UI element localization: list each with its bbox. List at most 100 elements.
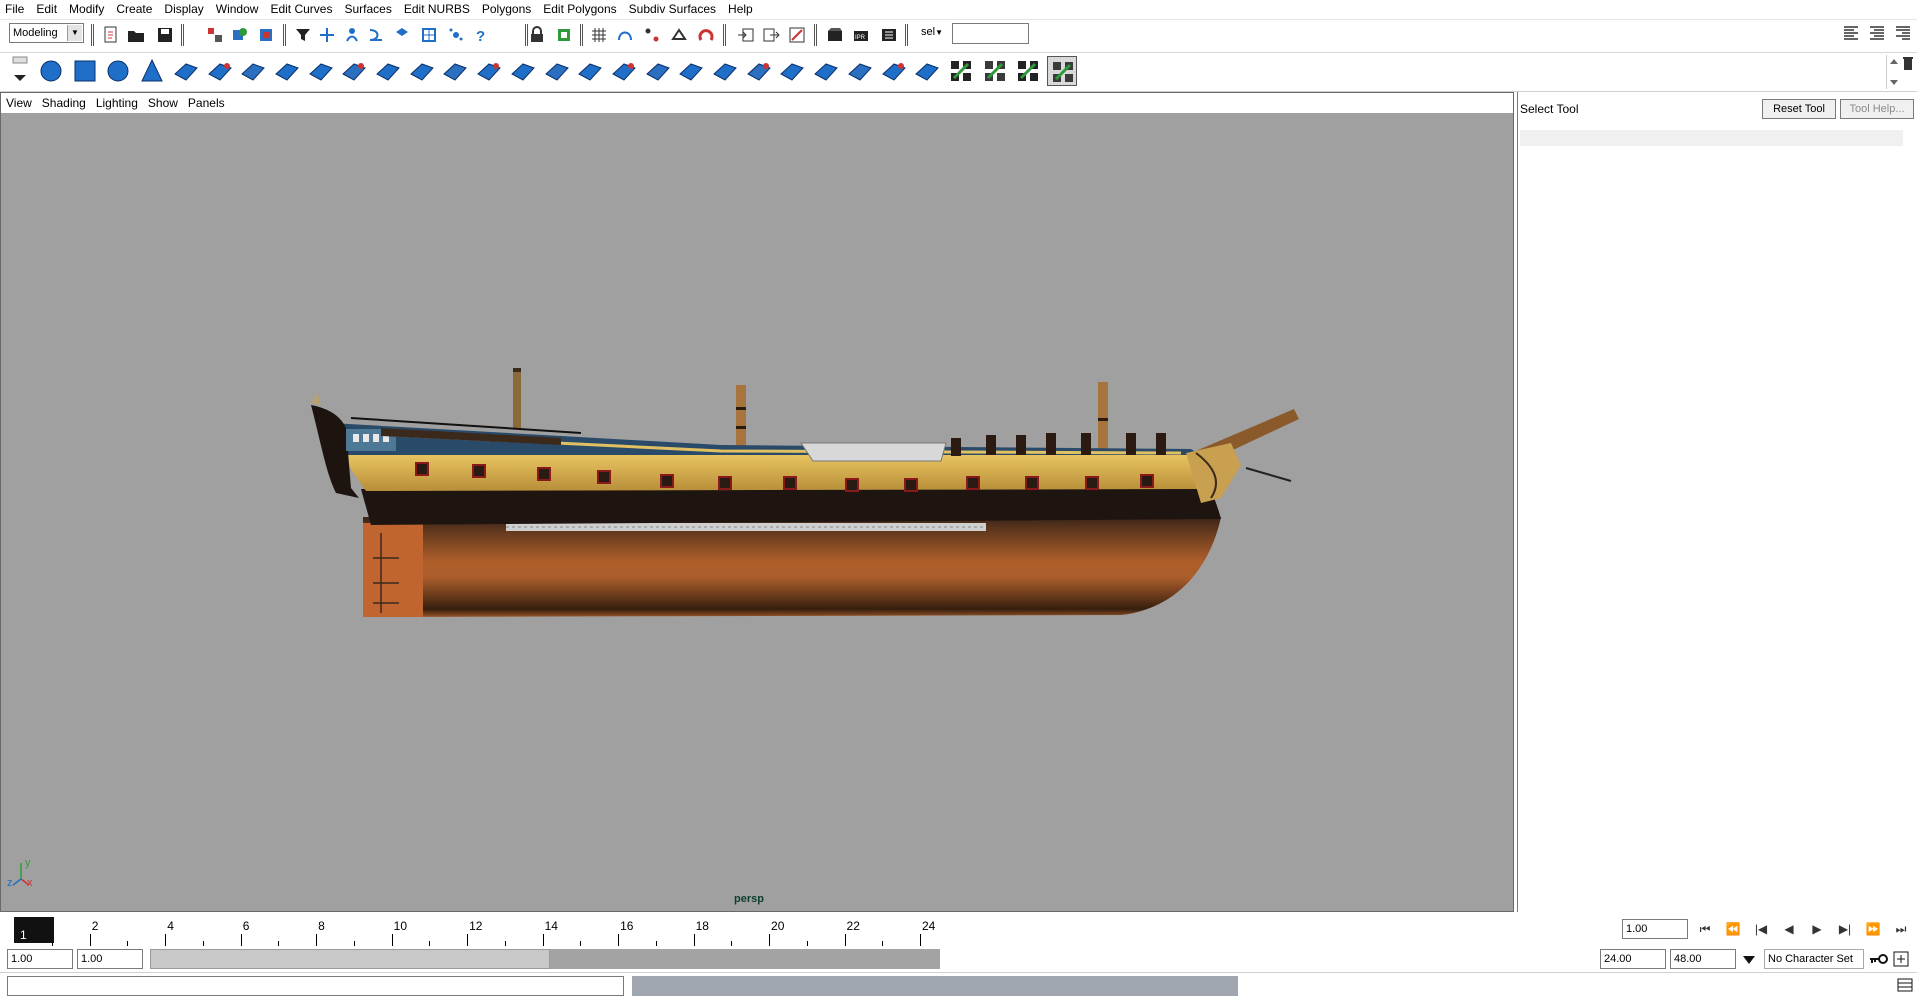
show-hide-tool-settings-icon[interactable] [1868,24,1886,42]
save-scene-icon[interactable] [156,26,174,44]
command-input[interactable] [7,976,624,996]
chevron-down-icon[interactable]: ▼ [935,28,943,37]
snap-grid-icon[interactable] [590,26,608,44]
snap-point-icon[interactable] [643,26,661,44]
range-slider-handle[interactable] [150,949,550,969]
ship-model[interactable] [1,93,1513,911]
open-scene-icon[interactable] [127,26,145,44]
boundary-icon[interactable] [474,56,504,86]
round-tool-icon[interactable] [845,56,875,86]
menu-surfaces[interactable]: Surfaces [338,0,397,18]
sculpt-surface-icon[interactable] [912,56,942,86]
menu-edit-polygons[interactable]: Edit Polygons [537,0,622,18]
play-forwards-icon[interactable]: ▶ [1806,919,1828,939]
shelf-tab-menu[interactable] [8,53,32,89]
step-back-frame-icon[interactable]: |◀ [1750,919,1772,939]
filter-icon[interactable] [294,26,312,44]
range-start-field[interactable]: 1.00 [77,949,143,969]
snap-view-plane-icon[interactable] [670,26,688,44]
menu-modify[interactable]: Modify [63,0,110,18]
nurbs-circle-icon[interactable] [238,56,268,86]
render-globals-icon[interactable] [880,26,898,44]
range-end-field[interactable]: 24.00 [1600,949,1666,969]
open-close-surfaces-icon[interactable] [676,56,706,86]
nurbs-plane-icon[interactable] [171,56,201,86]
show-hide-attribute-editor-icon[interactable] [1842,24,1860,42]
pick-curve-icon[interactable] [367,26,385,44]
pick-dynamics-icon[interactable] [447,26,465,44]
trash-icon[interactable] [1901,55,1915,71]
project-curve-icon[interactable] [1013,56,1043,86]
nurbs-torus-icon[interactable] [205,56,235,86]
quick-selection-input[interactable] [952,23,1029,44]
construction-history-icon[interactable] [788,26,806,44]
align-surfaces-icon[interactable] [643,56,673,86]
pick-joint-icon[interactable] [343,26,361,44]
nurbs-square-icon[interactable] [272,56,302,86]
time-slider[interactable]: 2 4 6 8 10 12 14 16 18 20 22 24 1 1.00 ⏮ ⏪ |◀ ◀ ▶ ▶… [0,913,1917,946]
menu-display[interactable]: Display [158,0,209,18]
menu-edit-nurbs[interactable]: Edit NURBS [398,0,476,18]
lock-selection-icon[interactable] [528,26,546,44]
time-ruler[interactable]: 2 4 6 8 10 12 14 16 18 20 22 24 [12,916,1612,946]
menu-edit[interactable]: Edit [30,0,63,18]
revolve-icon[interactable] [306,56,336,86]
intersect-icon[interactable] [980,56,1010,86]
highlight-selection-icon[interactable] [555,26,573,44]
menu-polygons[interactable]: Polygons [476,0,537,18]
rebuild-surface-icon[interactable] [811,56,841,86]
end-time-field[interactable]: 48.00 [1670,949,1736,969]
new-scene-icon[interactable] [102,26,120,44]
go-to-end-icon[interactable]: ⏭ [1890,919,1912,939]
chevron-down-icon[interactable] [1740,952,1758,968]
step-forward-key-icon[interactable]: ⏩ [1862,919,1884,939]
planar-icon[interactable] [373,56,403,86]
output-ops-icon[interactable] [762,26,780,44]
menu-create[interactable]: Create [110,0,158,18]
select-object-icon[interactable] [231,26,249,44]
fillet-icon[interactable] [946,56,976,86]
select-component-icon[interactable] [257,26,275,44]
perspective-viewport[interactable]: View Shading Lighting Show Panels y z x … [0,92,1514,912]
stitch-tool-icon[interactable] [879,56,909,86]
pick-misc-icon[interactable]: ? [472,26,490,44]
trim-tool-icon[interactable] [1047,56,1077,86]
script-editor-icon[interactable] [1897,978,1913,992]
play-backwards-icon[interactable]: ◀ [1778,919,1800,939]
menu-window[interactable]: Window [210,0,265,18]
input-ops-icon[interactable] [737,26,755,44]
current-frame-marker[interactable]: 1 [14,917,54,943]
attach-surfaces-icon[interactable] [575,56,605,86]
nurbs-cube-icon[interactable] [70,56,100,86]
start-time-field[interactable]: 1.00 [7,949,73,969]
character-set-field[interactable]: No Character Set [1764,949,1864,969]
insert-isoparm-icon[interactable] [710,56,740,86]
pick-surface-icon[interactable] [393,26,411,44]
extend-surface-icon[interactable] [744,56,774,86]
make-live-icon[interactable] [697,26,715,44]
auto-key-icon[interactable] [1868,952,1888,966]
step-back-key-icon[interactable]: ⏪ [1722,919,1744,939]
nurbs-cylinder-icon[interactable] [103,56,133,86]
birail-icon[interactable] [440,56,470,86]
render-frame-icon[interactable] [826,26,844,44]
menu-help[interactable]: Help [722,0,759,18]
reset-tool-button[interactable]: Reset Tool [1762,99,1836,119]
menu-edit-curves[interactable]: Edit Curves [264,0,338,18]
nurbs-cone-icon[interactable] [137,56,167,86]
ipr-render-icon[interactable]: IPR [852,26,870,44]
bevel-icon[interactable] [542,56,572,86]
menu-file[interactable]: File [0,0,30,18]
tool-help-button[interactable]: Tool Help... [1840,99,1914,119]
snap-curve-icon[interactable] [616,26,634,44]
pick-handle-icon[interactable] [318,26,336,44]
detach-surfaces-icon[interactable] [609,56,639,86]
step-forward-frame-icon[interactable]: ▶| [1834,919,1856,939]
shelf-menu-icon[interactable] [8,53,32,89]
pick-deformer-icon[interactable] [420,26,438,44]
loft-icon[interactable] [339,56,369,86]
offset-surface-icon[interactable] [777,56,807,86]
animation-preferences-icon[interactable] [1893,951,1909,967]
menu-subdiv-surfaces[interactable]: Subdiv Surfaces [623,0,722,18]
go-to-start-icon[interactable]: ⏮ [1694,919,1716,939]
